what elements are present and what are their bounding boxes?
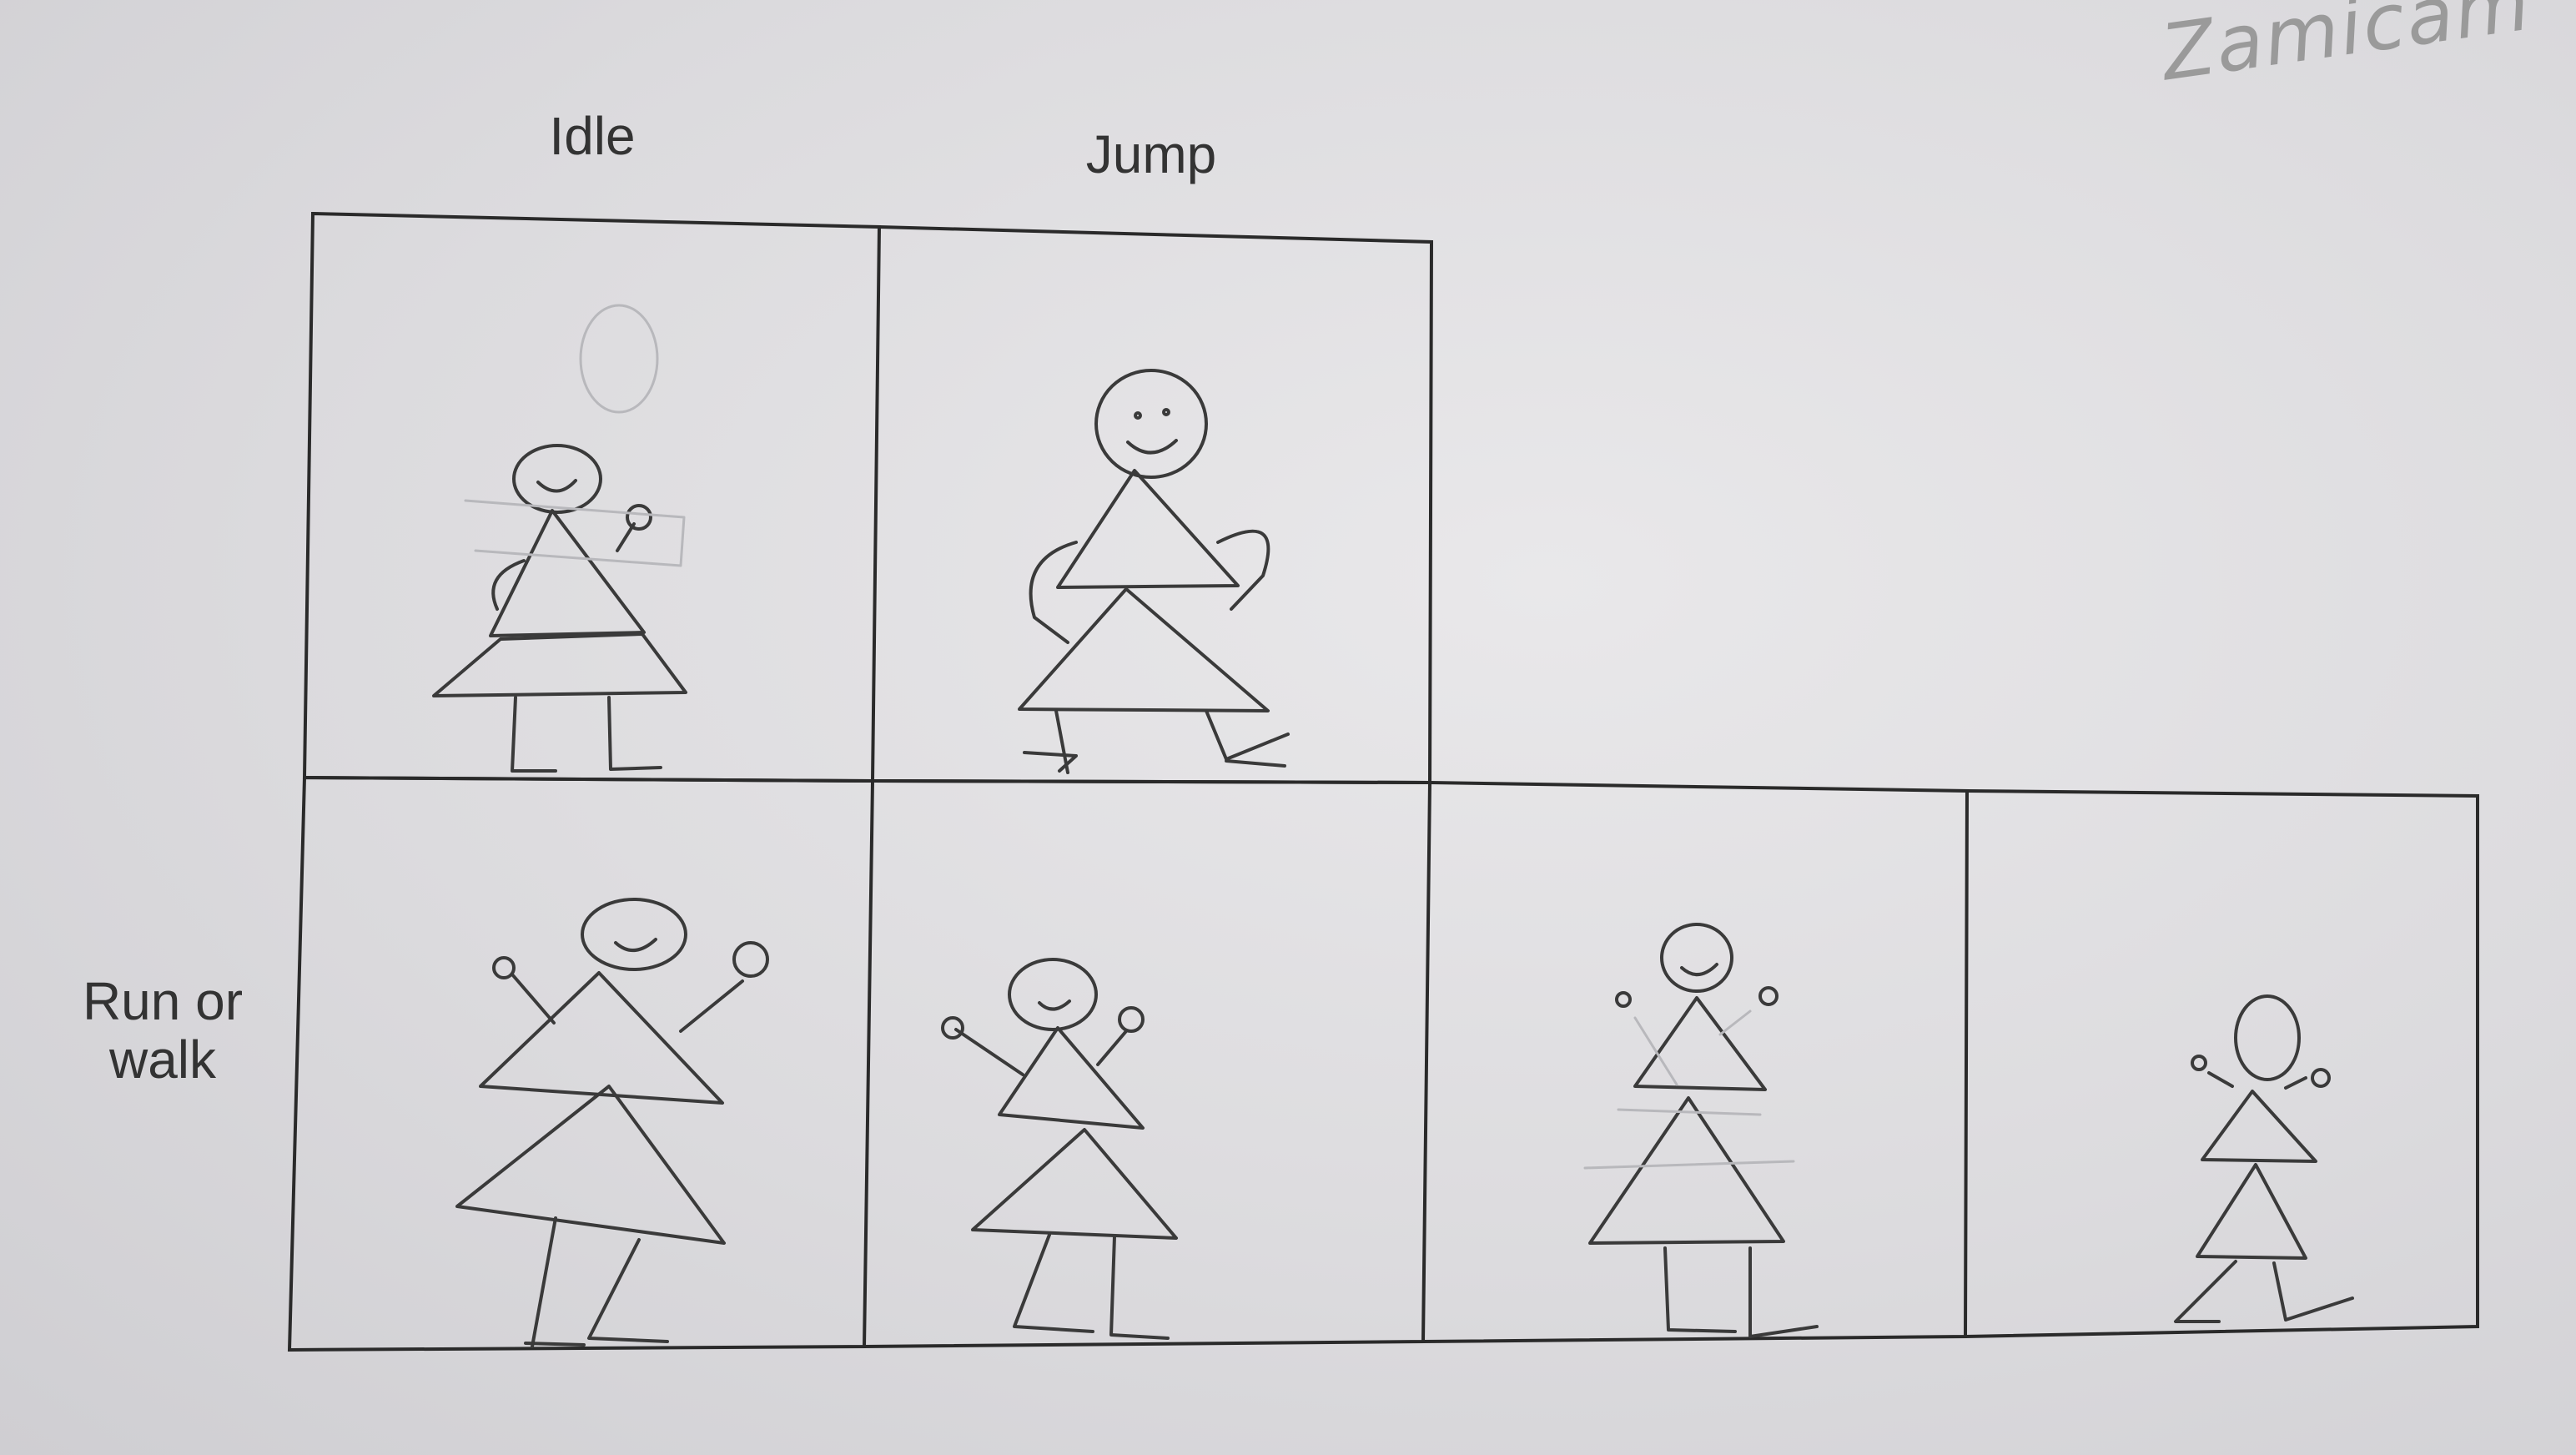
stick-figure-run [455, 898, 769, 1348]
stick-figure-run [1588, 923, 1819, 1338]
stick-figure-idle [432, 444, 687, 773]
stick-figure-run [2174, 994, 2354, 1323]
jump-frame [872, 225, 1434, 785]
stick-figure-jump [1018, 369, 1290, 774]
run-frame-4 [1965, 789, 2479, 1338]
run-frame-3 [1422, 781, 1970, 1343]
stick-figure-run [941, 958, 1178, 1340]
run-frame-2 [863, 779, 1432, 1348]
run-frame-1 [287, 775, 875, 1352]
storyboard-grid [287, 211, 2479, 1352]
